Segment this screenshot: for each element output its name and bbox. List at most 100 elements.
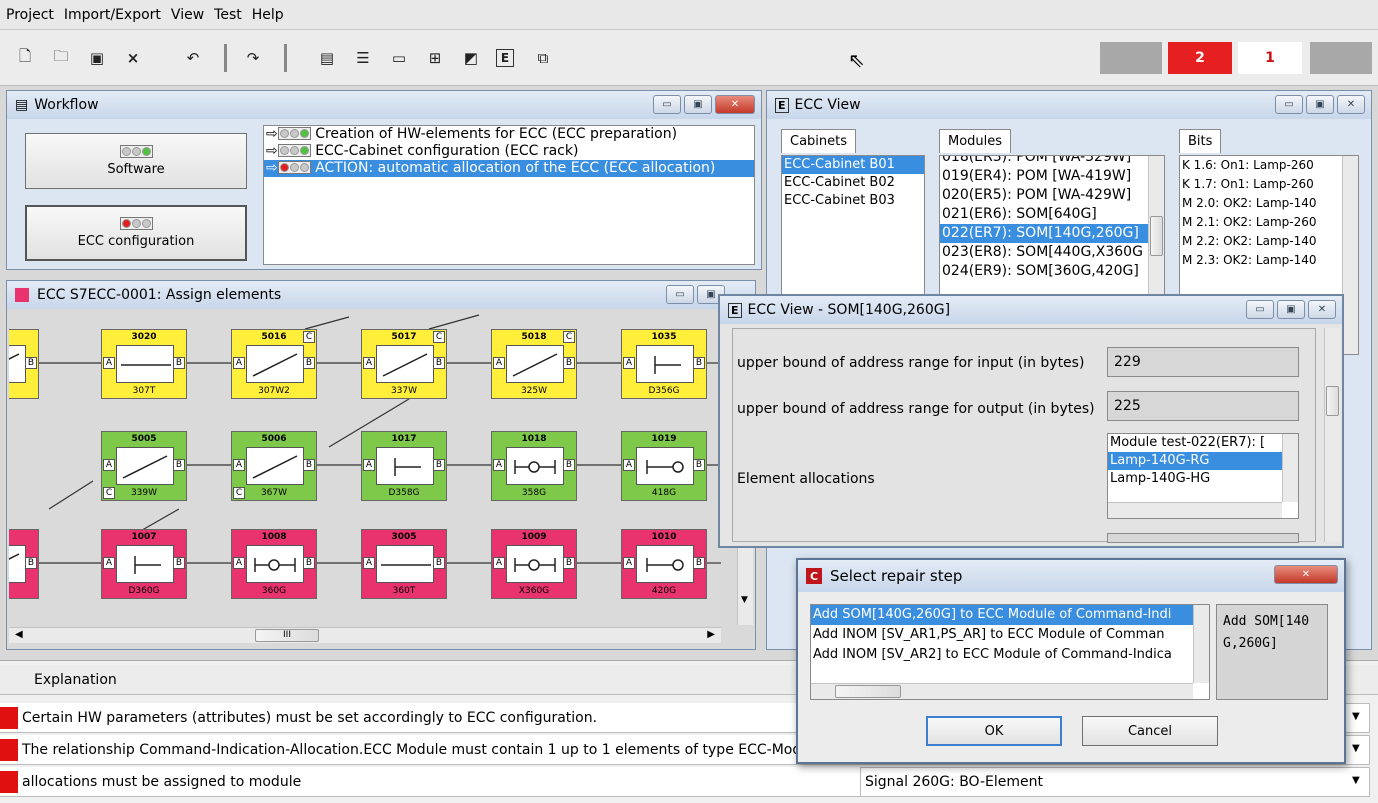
workflow-step[interactable]: ⇨ Creation of HW-elements for ECC (ECC p… (264, 126, 754, 143)
module-item[interactable]: 020(ER5): POM [WA-429W] (940, 186, 1164, 205)
menu-help[interactable]: Help (252, 7, 284, 23)
cabinet-item[interactable]: ECC-Cabinet B02 (782, 174, 924, 192)
repair-step[interactable]: Add INOM [SV_AR1,PS_AR] to ECC Module of… (811, 625, 1209, 645)
allocation-item[interactable]: Lamp-140G-HG (1108, 470, 1298, 488)
diagram-node-1010[interactable]: 1010 A B 420G (621, 529, 707, 599)
output-range-field[interactable]: 225 (1107, 391, 1299, 421)
workflow-step-selected[interactable]: ⇨ ACTION: automatic allocation of the EC… (264, 160, 754, 177)
undo-icon[interactable]: ↶ (182, 46, 204, 70)
allocation-item-selected[interactable]: Lamp-140G-RG (1108, 452, 1298, 470)
module-item[interactable]: 018(ER3): POM [WA-329W] (940, 156, 1164, 167)
bit-item[interactable]: K 1.7: On1: Lamp-260 (1180, 175, 1358, 194)
close-button[interactable]: ✕ (1308, 300, 1336, 319)
bit-item[interactable]: M 2.3: OK2: Lamp-140 (1180, 251, 1358, 270)
info-icon[interactable]: ▤ (316, 46, 338, 70)
cabinet-item[interactable]: ECC-Cabinet B01 (782, 156, 924, 174)
diagram-node-1007[interactable]: 1007 A B D360G (101, 529, 187, 599)
delete-icon[interactable]: × (122, 46, 144, 70)
allocation-vscroll[interactable] (1282, 434, 1298, 502)
diagram-node-015[interactable]: 015AB37W1 (9, 329, 39, 399)
ecc-icon: E (775, 97, 789, 113)
diagram-node-1008[interactable]: 1008 A B 360G (231, 529, 317, 599)
module-item[interactable]: 021(ER6): SOM[640G] (940, 205, 1164, 224)
module-item[interactable]: 019(ER4): POM [WA-419W] (940, 167, 1164, 186)
redo-icon[interactable]: ↷ (242, 46, 264, 70)
bit-item[interactable]: M 2.1: OK2: Lamp-260 (1180, 213, 1358, 232)
som-vscroll[interactable] (1324, 328, 1340, 542)
menu-test[interactable]: Test (214, 7, 242, 23)
diagram-node-1009[interactable]: 1009 A B X360G (491, 529, 577, 599)
repair-step[interactable]: Add INOM [SV_AR2] to ECC Module of Comma… (811, 645, 1209, 665)
copy-icon[interactable]: ⧉ (532, 46, 554, 70)
diagram-node-101[interactable]: 101ABC9W (9, 529, 39, 599)
diagram-canvas[interactable]: 015AB37W1 3020AB307T 5016ABC307W2 5017ABC33… (9, 311, 721, 625)
ok-button[interactable]: OK (926, 716, 1062, 746)
maximize-button[interactable]: ▣ (1306, 95, 1334, 114)
software-button[interactable]: Software (25, 133, 247, 189)
workflow-step[interactable]: ⇨ ECC-Cabinet configuration (ECC rack) (264, 143, 754, 160)
close-button[interactable]: ✕ (1337, 95, 1365, 114)
menu-import-export[interactable]: Import/Export (64, 7, 161, 23)
dropdown-arrow-icon[interactable]: ▼ (1352, 711, 1360, 722)
cancel-button[interactable]: Cancel (1082, 716, 1218, 746)
allocation-hscroll[interactable] (1108, 502, 1282, 518)
minimize-button[interactable]: ▭ (1275, 95, 1303, 114)
diagram-node-3005[interactable]: 3005 A B 360T (361, 529, 447, 599)
tab-bits[interactable]: Bits (1179, 129, 1222, 153)
ecc-icon[interactable]: E (496, 49, 514, 67)
menu-view[interactable]: View (171, 7, 204, 23)
close-button[interactable]: ✕ (1274, 565, 1338, 584)
allocation-item[interactable]: Module test-022(ER7): [ (1108, 434, 1298, 452)
list-icon[interactable]: ☰ (352, 46, 374, 70)
bits-scrollbar[interactable] (1342, 156, 1358, 354)
repair-vscroll[interactable] (1193, 605, 1209, 683)
tab-modules[interactable]: Modules (939, 129, 1012, 153)
close-button[interactable]: ✕ (715, 95, 755, 114)
diagram-node-5018[interactable]: 5018 A B C 325W (491, 329, 577, 399)
module-item-selected[interactable]: 022(ER7): SOM[140G,260G] (940, 224, 1164, 243)
explanation-row[interactable]: allocations must be assigned to module (0, 767, 860, 797)
export-icon[interactable]: ◩ (460, 46, 482, 70)
tree-icon[interactable]: ⊞ (424, 46, 446, 70)
dropdown-arrow-icon[interactable]: ▼ (1352, 743, 1360, 754)
input-range-field[interactable]: 229 (1107, 347, 1299, 377)
scroll-left-icon[interactable]: ◀ (15, 629, 23, 640)
diagram-node-3020[interactable]: 3020 A B 307T (101, 329, 187, 399)
diagram-node-5016[interactable]: 5016 A B C 307W2 (231, 329, 317, 399)
module-item[interactable]: 024(ER9): SOM[360G,420G] (940, 262, 1164, 281)
diagram-node-1017[interactable]: 1017 A B D358G (361, 431, 447, 501)
ecc-configuration-button[interactable]: ECC configuration (25, 205, 247, 261)
save-icon[interactable]: ▣ (86, 46, 108, 70)
diagram-node-1019[interactable]: 1019 A B 418G (621, 431, 707, 501)
bit-item[interactable]: M 2.2: OK2: Lamp-140 (1180, 232, 1358, 251)
explanation-row[interactable]: The relationship Command-Indication-Allo… (0, 735, 860, 765)
diagram-node-1018[interactable]: 1018 A B 358G (491, 431, 577, 501)
minimize-button[interactable]: ▭ (666, 285, 694, 304)
bit-item[interactable]: K 1.6: On1: Lamp-260 (1180, 156, 1358, 175)
diagram-hscroll[interactable]: ◀ III ▶ (9, 627, 721, 643)
explanation-row[interactable]: Certain HW parameters (attributes) must … (0, 703, 860, 733)
menu-project[interactable]: Project (6, 7, 54, 23)
scroll-down-icon[interactable]: ▼ (741, 595, 748, 605)
bit-item[interactable]: M 2.0: OK2: Lamp-140 (1180, 194, 1358, 213)
diagram-node-1035[interactable]: 1035 A B D356G (621, 329, 707, 399)
maximize-button[interactable]: ▣ (1277, 300, 1305, 319)
diagram-node-5017[interactable]: 5017 A B C 337W (361, 329, 447, 399)
diagram-node-5005[interactable]: 5005 A B C 339W (101, 431, 187, 501)
scroll-right-icon[interactable]: ▶ (707, 629, 715, 640)
minimize-button[interactable]: ▭ (1246, 300, 1274, 319)
form-icon[interactable]: ▭ (388, 46, 410, 70)
dropdown-arrow-icon[interactable]: ▼ (1352, 775, 1360, 786)
new-icon[interactable]: 🗋 (14, 46, 36, 70)
signal-value-cell[interactable]: Signal 260G: BO-Element (860, 767, 1370, 797)
repair-hscroll[interactable] (811, 683, 1193, 699)
module-item[interactable]: 023(ER8): SOM[440G,X360G (940, 243, 1164, 262)
minimize-button[interactable]: ▭ (653, 95, 681, 114)
maximize-button[interactable]: ▣ (684, 95, 712, 114)
diagram-node-5006[interactable]: 5006 A B C 367W (231, 431, 317, 501)
repair-step-selected[interactable]: Add SOM[140G,260G] to ECC Module of Comm… (811, 605, 1209, 625)
hscroll-thumb[interactable]: III (255, 629, 319, 642)
open-icon[interactable]: 🗀 (50, 46, 72, 70)
tab-cabinets[interactable]: Cabinets (781, 129, 857, 153)
cabinet-item[interactable]: ECC-Cabinet B03 (782, 192, 924, 210)
